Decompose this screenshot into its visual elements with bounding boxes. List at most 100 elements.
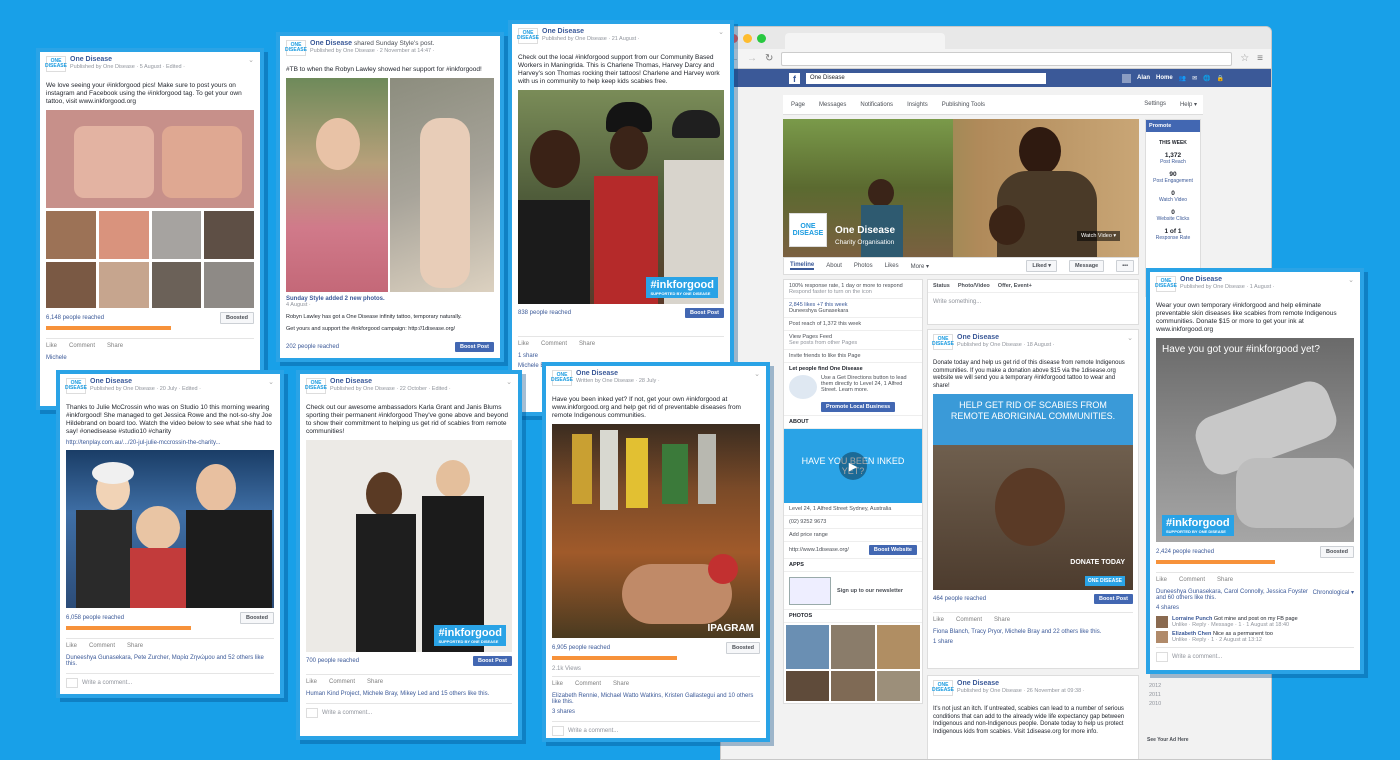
boost-post-button[interactable]: Boost Post [472,656,512,666]
shares-line[interactable]: 1 share [518,351,724,361]
nav-messages[interactable]: Messages [819,102,846,108]
likes-line[interactable]: Fiona Blanch, Tracy Pryor, Michele Bray … [933,627,1133,637]
reach-count[interactable]: 6,148 people reached [46,315,104,321]
nav-settings[interactable]: Settings [1144,101,1166,108]
minimize-window-button[interactable] [743,33,752,43]
likes-line[interactable]: Michele [46,353,254,363]
promote-button[interactable]: Promote [1146,120,1200,132]
photo-thumb[interactable] [98,262,149,308]
comment-meta[interactable]: Unlike · Reply · Message · 1 · 1 August … [1172,622,1289,628]
composer-offer-event[interactable]: Offer, Event+ [998,283,1032,289]
likes-line[interactable]: Duneeshya Gunasekara, Pete Zurcher, Μαρί… [66,653,274,669]
photo-thumb[interactable] [46,211,96,259]
post-video[interactable]: IPAGRAM [552,424,760,638]
comment-button[interactable]: Comment [541,341,567,347]
photo-thumb[interactable] [876,671,920,701]
stat-label[interactable]: Website Clicks [1146,216,1200,222]
boosted-button[interactable]: Boosted [240,612,274,624]
share-button[interactable]: Share [127,643,143,649]
photo-thumb[interactable] [786,625,830,669]
page-logo[interactable]: ONE DISEASE [932,680,954,696]
star-icon[interactable]: ☆ [1240,53,1249,64]
maximize-window-button[interactable] [757,33,766,43]
page-logo[interactable]: ONE DISEASE [305,378,327,394]
page-logo[interactable]: ONE DISEASE [45,56,67,72]
nav-page[interactable]: Page [791,102,805,108]
year-link[interactable]: 2011 [1149,691,1161,700]
home-link[interactable]: Home [1156,75,1173,81]
tab-likes[interactable]: Likes [885,263,899,269]
reach-count[interactable]: 202 people reached [286,344,339,350]
page-logo[interactable]: ONE DISEASE [65,378,87,394]
boosted-button[interactable]: Boosted [726,642,760,654]
watch-video-button[interactable]: Watch Video ▾ [1077,231,1121,241]
url-field[interactable] [781,51,1233,66]
like-button[interactable]: Like [306,679,317,685]
boost-post-button[interactable]: Boost Post [454,342,494,352]
post-image[interactable]: #inkforgood SUPPORTED BY ONE DISEASE [306,440,512,652]
boosted-button[interactable]: Boosted [1320,546,1354,558]
reach-count[interactable]: 838 people reached [518,310,571,316]
forward-arrow-icon[interactable]: → [747,53,757,64]
share-button[interactable]: Share [107,343,123,349]
comment-button[interactable]: Comment [329,679,355,685]
chevron-down-icon[interactable]: ⌄ [268,378,274,386]
notifications-icon[interactable]: 🌐 [1203,75,1210,82]
website-link[interactable]: http://www.1disease.org/ [789,547,849,553]
photo-thumb[interactable] [98,211,149,259]
post-image[interactable]: HELP GET RID OF SCABIES FROM REMOTE ABOR… [933,394,1133,590]
reach-count[interactable]: 6,058 people reached [66,615,124,621]
chevron-down-icon[interactable]: ⌄ [248,56,254,64]
likes-line[interactable]: Elizabeth Rennie, Michael Watto Watkins,… [552,691,760,707]
avatar[interactable] [1156,616,1168,628]
photo-thumb[interactable] [876,625,920,669]
promote-local-business-button[interactable]: Promote Local Business [821,402,896,412]
comment-input[interactable]: Write a comment... [568,728,618,734]
page-profile-logo[interactable]: ONE DISEASE [789,213,827,247]
composer-status[interactable]: Status [933,283,950,289]
post-image-main[interactable] [46,110,254,208]
about-video[interactable]: HAVE YOU BEEN INKED YET? ▶ [784,429,922,503]
stat-label[interactable]: Post Engagement [1146,178,1200,184]
composer-input[interactable]: Write something... [928,293,1138,311]
post-author[interactable]: One Disease [957,680,1085,687]
stat-label[interactable]: Response Rate [1146,235,1200,241]
reach-count[interactable]: 6,905 people reached [552,645,610,651]
photo-thumb[interactable] [151,211,202,259]
tab-timeline[interactable]: Timeline [790,262,815,270]
post-author[interactable]: One Disease [310,40,352,47]
comment-button[interactable]: Comment [69,343,95,349]
chevron-down-icon[interactable]: ⌄ [1127,334,1133,342]
page-logo[interactable]: ONE DISEASE [932,334,954,350]
photo-thumb[interactable] [831,625,875,669]
page-logo[interactable]: ONE DISEASE [551,370,573,386]
shares-line[interactable]: 3 shares [552,707,760,717]
shared-photo[interactable] [286,78,389,292]
photo-thumb[interactable] [786,671,830,701]
chevron-down-icon[interactable]: ⌄ [754,370,760,378]
nav-help[interactable]: Help ▾ [1180,101,1197,108]
shares-line[interactable]: 4 shares [1156,603,1354,613]
share-button[interactable]: Share [1217,577,1233,583]
nav-insights[interactable]: Insights [907,102,928,108]
add-price-range[interactable]: Add price range [784,529,922,542]
year-link[interactable]: 2010 [1149,700,1161,709]
comment-button[interactable]: Comment [1179,577,1205,583]
photo-thumb[interactable] [204,262,254,308]
like-button[interactable]: Like [66,643,77,649]
tab-more[interactable]: More ▾ [911,263,929,270]
boost-post-button[interactable]: Boost Post [684,308,724,318]
liked-button[interactable]: Liked ▾ [1026,260,1057,272]
post-link[interactable]: http://tenplay.com.au/.../20-jul-julie-m… [66,440,274,446]
post-author[interactable]: One Disease [330,378,451,385]
page-logo[interactable]: ONE DISEASE [1155,276,1177,292]
comment-meta[interactable]: Unlike · Reply · 1 · 2 August at 13:12 [1172,637,1262,643]
nav-notifications[interactable]: Notifications [860,102,893,108]
post-image[interactable]: Have you got your #inkforgood yet? #inkf… [1156,338,1354,542]
like-button[interactable]: Like [552,681,563,687]
share-button[interactable]: Share [994,617,1010,623]
menu-icon[interactable]: ≡ [1257,53,1263,64]
play-icon[interactable]: ▶ [839,452,867,480]
likes-summary[interactable]: 2,845 likes +7 this week Duneeshya Gunase… [784,299,922,318]
tab-photos[interactable]: Photos [854,263,873,269]
